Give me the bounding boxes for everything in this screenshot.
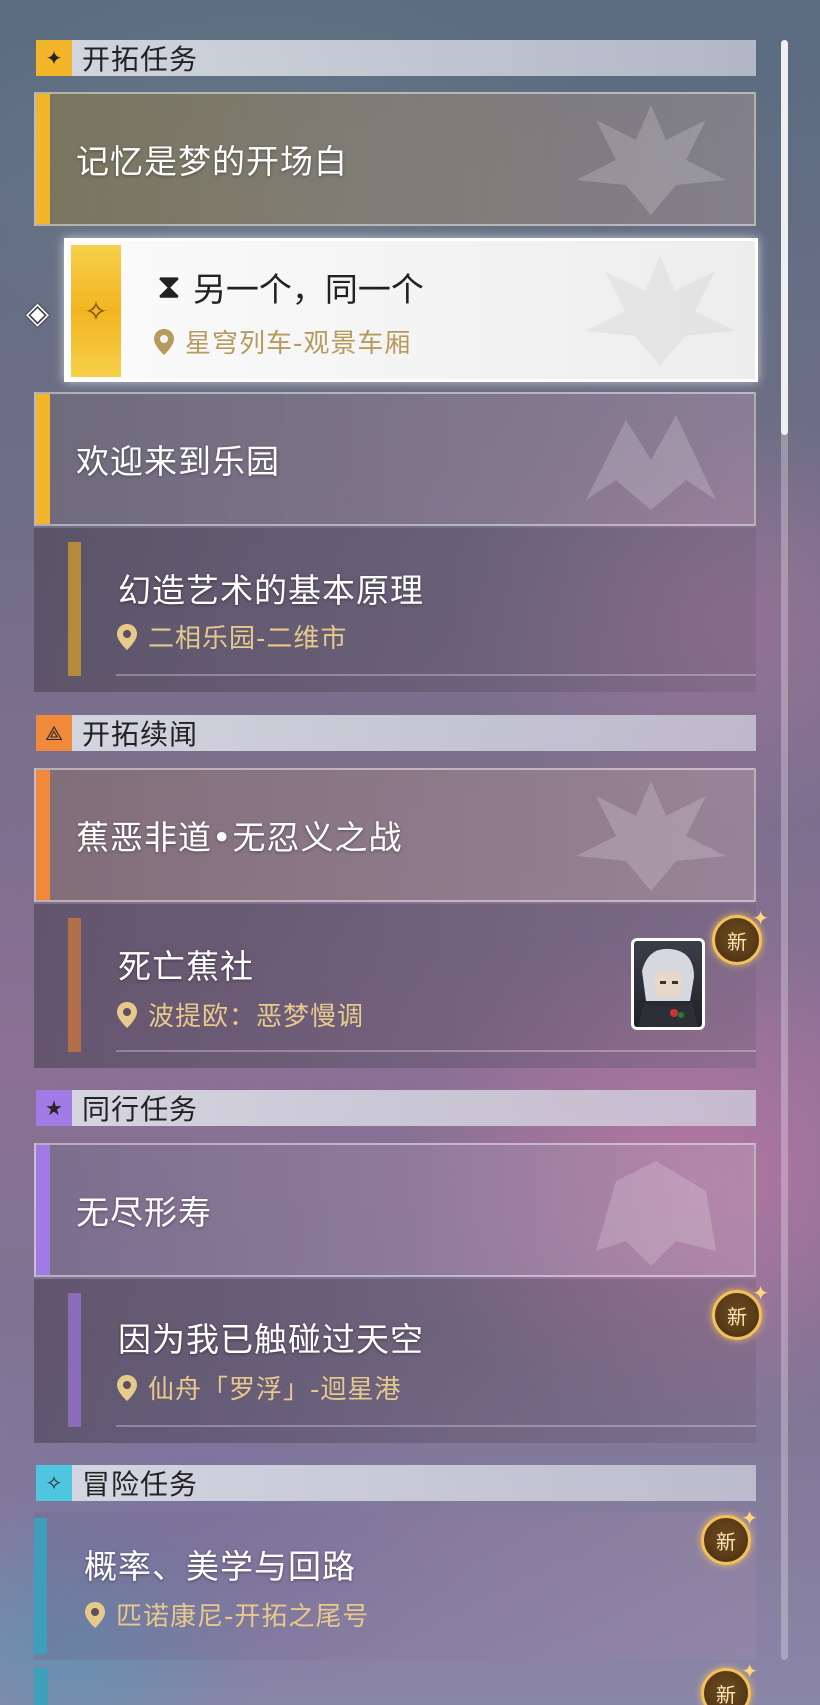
new-badge: 新 ✦ xyxy=(712,906,769,965)
trailblaze-mission-icon: ✦ xyxy=(36,40,72,76)
scrollbar[interactable] xyxy=(781,40,788,1660)
section-header-adventure: ✧ 冒险任务 xyxy=(36,1465,756,1501)
quest-item-main[interactable]: 欢迎来到乐园 xyxy=(34,392,756,526)
section-title: 冒险任务 xyxy=(82,1468,199,1501)
quest-item-sub[interactable]: 幻造艺术的基本原理 二相乐园-二维市 xyxy=(34,528,756,692)
quest-item-adventure[interactable]: 概率、美学与回路 匹诺康尼-开拓之尾号 xyxy=(34,1512,756,1660)
quest-item-main[interactable]: 蕉恶非道•无忍义之战 xyxy=(34,768,756,902)
divider xyxy=(116,1425,756,1427)
continuance-mission-icon: ⟁ xyxy=(36,715,72,751)
sparkle-icon: ✦ xyxy=(741,1659,758,1683)
quest-color-bar xyxy=(34,1668,48,1705)
emblem-watermark-icon xyxy=(585,256,735,366)
quest-title: 概率、美学与回路 xyxy=(84,1547,356,1586)
sparkle-icon: ✦ xyxy=(752,906,769,930)
companion-mission-icon: ★ xyxy=(36,1090,72,1126)
quest-item-active[interactable]: ✧ ⧗ 另一个，同一个 星穹列车-观景车厢 xyxy=(64,238,758,382)
divider xyxy=(116,674,756,676)
section-header-continuance: ⟁ 开拓续闻 xyxy=(36,715,756,751)
quest-title: 欢迎来到乐园 xyxy=(76,442,280,481)
quest-title: 因为我已触碰过天空 xyxy=(118,1320,424,1359)
quest-location: 匹诺康尼-开拓之尾号 xyxy=(116,1602,370,1632)
quest-color-bar xyxy=(68,542,81,676)
character-avatar xyxy=(631,938,705,1030)
quest-location: 二相乐园-二维市 xyxy=(148,624,348,654)
character-portrait-icon xyxy=(638,948,698,1027)
quest-color-bar xyxy=(68,1293,81,1427)
section-header-trailblaze: ✦ 开拓任务 xyxy=(36,40,756,76)
scrollbar-thumb[interactable] xyxy=(781,40,788,435)
section-header-companion: ★ 同行任务 xyxy=(36,1090,756,1126)
new-badge: 新 ✦ xyxy=(701,1506,758,1565)
quest-color-bar xyxy=(36,94,50,224)
quest-title: 记忆是梦的开场白 xyxy=(76,142,348,181)
section-title: 开拓续闻 xyxy=(82,718,199,751)
section-title: 开拓任务 xyxy=(82,43,199,76)
location-pin-icon xyxy=(154,328,174,355)
sparkle-icon: ✦ xyxy=(741,1506,758,1530)
section-title: 同行任务 xyxy=(82,1093,199,1126)
location-pin-icon xyxy=(85,1601,105,1628)
quest-location: 星穹列车-观景车厢 xyxy=(185,329,412,359)
quest-color-bar xyxy=(34,1518,47,1654)
quest-item-sub[interactable]: 因为我已触碰过天空 仙舟「罗浮」-迴星港 xyxy=(34,1279,756,1443)
quest-location: 波提欧：恶梦慢调 xyxy=(148,1002,365,1032)
new-badge: 新 ✦ xyxy=(712,1281,769,1340)
location-pin-icon xyxy=(117,623,137,650)
active-quest-emblem-icon: ✧ xyxy=(71,245,121,377)
quest-location: 仙舟「罗浮」-迴星港 xyxy=(148,1375,402,1405)
quest-color-bar xyxy=(68,918,81,1052)
emblem-watermark-icon xyxy=(596,1161,716,1266)
quest-title: 另一个，同一个 xyxy=(192,270,424,309)
hourglass-icon: ⧗ xyxy=(157,267,181,307)
quest-title: 无尽形寿 xyxy=(76,1193,212,1232)
location-pin-icon xyxy=(117,1374,137,1401)
location-pin-icon xyxy=(117,1001,137,1028)
quest-item-main[interactable]: 无尽形寿 xyxy=(34,1143,756,1277)
quest-color-bar xyxy=(36,1145,50,1275)
adventure-mission-icon: ✧ xyxy=(36,1465,72,1501)
sparkle-icon: ✦ xyxy=(752,1281,769,1305)
quest-color-bar xyxy=(36,770,50,900)
new-badge: 新 ✦ xyxy=(701,1659,758,1705)
emblem-watermark-icon xyxy=(576,781,726,891)
selection-pointer-icon: ◈ xyxy=(26,296,50,331)
emblem-watermark-icon xyxy=(576,105,726,215)
emblem-watermark-icon xyxy=(586,415,716,510)
quest-title: 死亡蕉社 xyxy=(118,947,254,986)
divider xyxy=(116,1050,756,1052)
quest-title: 蕉恶非道•无忍义之战 xyxy=(76,818,403,857)
quest-title: 幻造艺术的基本原理 xyxy=(118,571,424,610)
quest-item-main[interactable]: 记忆是梦的开场白 xyxy=(34,92,756,226)
quest-color-bar xyxy=(36,394,50,524)
